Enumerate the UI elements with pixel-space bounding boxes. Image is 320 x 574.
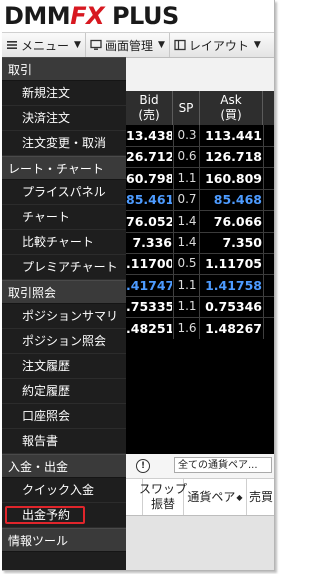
sp-header: SP xyxy=(173,91,200,125)
sidebar-item[interactable]: 出金予約 xyxy=(2,503,126,528)
sidebar-item[interactable]: プレミアチャート xyxy=(2,255,126,280)
rate-row[interactable]: 13.438 0.3 113.441 xyxy=(126,125,274,147)
menubar: メニュー ▼ 画面管理 ▼ レイアウト ▼ xyxy=(2,32,274,58)
layout-icon xyxy=(174,39,186,51)
order-panel: ! 全ての通貨ペア... スワップ 振替 通貨ペア ◆ 売買 xyxy=(126,454,274,570)
screen-manage-button[interactable]: 画面管理 ▼ xyxy=(86,33,170,57)
spread-value: 0.3 xyxy=(177,128,197,142)
ask-value[interactable]: 7.350 xyxy=(200,232,262,253)
sell-header[interactable]: 売買 xyxy=(247,479,274,515)
spread-value: 0.6 xyxy=(177,149,197,164)
sidebar-section-header[interactable]: レート・チャート xyxy=(2,156,126,180)
sidebar-section-header[interactable]: 入金・出金 xyxy=(2,454,126,478)
bid-value[interactable]: 76.052 xyxy=(126,211,172,232)
sidebar-item[interactable]: 報告書 xyxy=(2,429,126,454)
spread-value: 1.4 xyxy=(177,235,197,249)
info-icon[interactable]: ! xyxy=(136,459,150,473)
chevron-down-icon: ▼ xyxy=(74,40,81,50)
sidebar-item[interactable]: 注文変更・取消 xyxy=(2,131,126,156)
currency-pair-select[interactable]: 全ての通貨ペア... xyxy=(174,457,272,473)
sidebar-item[interactable]: 比較チャート xyxy=(2,230,126,255)
sidebar-section-header[interactable]: 情報ツール xyxy=(2,528,126,552)
sidebar-item[interactable]: ポジション照会 xyxy=(2,329,126,354)
bid-value[interactable]: 7.336 xyxy=(126,232,172,253)
menu-label: メニュー xyxy=(21,38,70,53)
bid-value[interactable]: .11700 xyxy=(126,253,172,274)
ask-value[interactable]: 85.468 xyxy=(200,189,262,210)
spread-value: 1.1 xyxy=(177,299,197,314)
app-logo: DMMFX PLUS xyxy=(4,2,179,30)
bid-value[interactable]: 26.712 xyxy=(126,146,172,167)
sidebar-section-header[interactable]: 取引 xyxy=(2,57,126,81)
ask-value[interactable]: 1.48267 xyxy=(200,318,262,339)
rate-row[interactable]: 85.461 0.7 85.468 xyxy=(126,189,274,212)
ask-value[interactable]: 126.718 xyxy=(200,146,262,167)
logo-bar: DMMFX PLUS xyxy=(2,0,274,32)
ask-header: Ask (買) xyxy=(200,91,263,125)
layout-label: レイアウト xyxy=(188,38,249,53)
ask-value[interactable]: 160.809 xyxy=(200,168,262,189)
rate-row[interactable]: 60.798 1.1 160.809 xyxy=(126,168,274,190)
rate-row[interactable]: 76.052 1.4 76.066 xyxy=(126,211,274,233)
sidebar-item[interactable]: ポジションサマリ xyxy=(2,304,126,329)
pair-header[interactable]: 通貨ペア ◆ xyxy=(184,479,247,515)
app-window: DMMFX PLUS メニュー ▼ 画面管理 ▼ レイアウト ▼ Bid (売) … xyxy=(2,0,275,571)
spread-value: 1.1 xyxy=(177,277,197,292)
spread-value: 1.1 xyxy=(177,170,197,185)
sidebar-item[interactable]: 決済注文 xyxy=(2,106,126,131)
bid-value[interactable]: 13.438 xyxy=(126,125,172,146)
rate-table: Bid (売) SP Ask (買) 13.438 0.3 113.441 26.712 0… xyxy=(126,91,274,340)
ask-value[interactable]: 76.066 xyxy=(200,211,262,232)
sidebar-item[interactable]: 注文履歴 xyxy=(2,354,126,379)
bid-value[interactable]: .41747 xyxy=(126,275,172,296)
spread-value: 0.7 xyxy=(177,192,197,207)
sidebar-item[interactable]: プライスパネル xyxy=(2,180,126,205)
chevron-down-icon: ▼ xyxy=(253,40,261,50)
spread-value: 1.6 xyxy=(177,320,197,335)
bid-value[interactable]: .48251 xyxy=(126,318,172,339)
rate-row[interactable]: .41747 1.1 1.41758 xyxy=(126,275,274,297)
hamburger-icon xyxy=(7,41,17,49)
ask-value[interactable]: 1.11705 xyxy=(200,253,262,274)
bid-value[interactable]: .75335 xyxy=(126,296,172,317)
sidebar-item[interactable]: 約定履歴 xyxy=(2,379,126,404)
layout-button[interactable]: レイアウト ▼ xyxy=(170,33,265,57)
spread-value: 1.4 xyxy=(177,213,197,228)
ask-value[interactable]: 1.41758 xyxy=(200,275,262,296)
sidebar-item[interactable]: 新規注文 xyxy=(2,81,126,106)
bid-value[interactable]: 85.461 xyxy=(126,189,172,210)
swap-header[interactable]: スワップ 振替 xyxy=(139,479,187,515)
rate-table-header: Bid (売) SP Ask (買) xyxy=(126,91,274,125)
rate-row[interactable]: .11700 0.5 1.11705 xyxy=(126,253,274,276)
sidebar-item[interactable]: クイック入金 xyxy=(2,478,126,503)
rate-row[interactable]: 26.712 0.6 126.718 xyxy=(126,146,274,169)
order-panel-header: スワップ 振替 通貨ペア ◆ 売買 xyxy=(126,479,274,516)
sort-icon: ◆ xyxy=(236,492,243,502)
rate-row[interactable]: .48251 1.6 1.48267 xyxy=(126,318,274,340)
bid-value[interactable]: 60.798 xyxy=(126,168,172,189)
order-panel-body xyxy=(126,516,274,570)
sidebar-item[interactable]: 口座照会 xyxy=(2,404,126,429)
chevron-down-icon: ▼ xyxy=(157,40,165,50)
order-panel-toolbar: ! 全ての通貨ペア... xyxy=(126,454,274,479)
spread-value: 0.5 xyxy=(177,256,197,271)
bid-header: Bid (売) xyxy=(126,91,173,125)
sidebar-item[interactable]: チャート xyxy=(2,205,126,230)
sidebar-section-header[interactable]: 取引照会 xyxy=(2,280,126,304)
rate-row[interactable]: 7.336 1.4 7.350 xyxy=(126,232,274,254)
menu-button[interactable]: メニュー ▼ xyxy=(2,33,86,57)
monitor-icon xyxy=(90,39,102,50)
sidebar-menu: 取引 新規注文 決済注文 注文変更・取消 レート・チャート プライスパネル チャート 比較チャ… xyxy=(2,57,126,570)
ask-value[interactable]: 0.75346 xyxy=(200,296,262,317)
screen-manage-label: 画面管理 xyxy=(104,38,153,53)
rate-row[interactable]: .75335 1.1 0.75346 xyxy=(126,296,274,319)
empty-panel xyxy=(126,339,274,454)
ask-value[interactable]: 113.441 xyxy=(200,125,262,146)
